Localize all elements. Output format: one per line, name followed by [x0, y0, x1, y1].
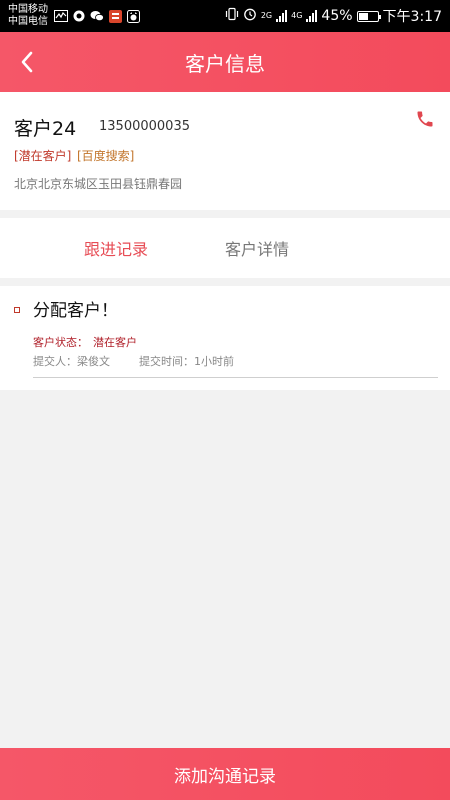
record-status-value: 潜在客户	[93, 336, 137, 349]
vibrate-icon	[225, 7, 239, 25]
customer-name: 客户24	[14, 118, 77, 140]
timeline-dot-icon	[14, 307, 20, 313]
app-icon	[72, 9, 86, 23]
call-button[interactable]	[412, 106, 438, 132]
follow-up-list: 分配客户！ 客户状态： 潜在客户 提交人：梁俊文 提交时间：1小时前	[0, 286, 450, 390]
status-tag: [潜在客户]	[14, 149, 72, 163]
status-right: 2G 4G 45% 下午3:17	[225, 6, 442, 26]
back-button[interactable]	[12, 46, 42, 78]
customer-card: 客户24 13500000035 [潜在客户] [百度搜索] 北京北京东城区玉田…	[0, 92, 450, 210]
add-communication-record-button[interactable]: 添加沟通记录	[0, 748, 450, 800]
tab-bar: 跟进记录 客户详情	[0, 218, 450, 278]
tab-customer-details[interactable]: 客户详情	[225, 218, 289, 278]
carrier-1: 中国移动	[8, 4, 48, 15]
carrier-2: 中国电信	[8, 16, 48, 27]
record-submitter: 提交人：梁俊文	[33, 355, 110, 368]
battery-icon	[356, 10, 381, 22]
chevron-left-icon	[21, 51, 33, 73]
customer-address: 北京北京东城区玉田县钰鼎春园	[14, 177, 183, 191]
network-type-2: 4G	[291, 11, 303, 20]
customer-phone: 13500000035	[99, 119, 190, 134]
signal-icon-1	[276, 10, 288, 22]
record-title: 分配客户！	[33, 301, 118, 321]
network-type-1: 2G	[260, 11, 273, 20]
app-header: 客户信息	[0, 32, 450, 92]
notification-icons	[54, 9, 140, 23]
cat-app-icon	[126, 9, 140, 23]
record-time: 提交时间：1小时前	[139, 355, 234, 368]
battery-percent: 45%	[321, 8, 353, 24]
signal-icon-2	[306, 10, 318, 22]
status-bar: 中国移动 中国电信 2G 4G 45% 下午3:17	[0, 0, 450, 32]
tab-follow-up-records[interactable]: 跟进记录	[84, 218, 148, 278]
page-title: 客户信息	[185, 51, 265, 76]
phone-icon	[417, 111, 433, 127]
record-divider	[33, 377, 438, 378]
carrier-names: 中国移动 中国电信	[8, 4, 48, 28]
wechat-icon	[90, 9, 104, 23]
news-app-icon	[108, 9, 122, 23]
source-tag: [百度搜索]	[77, 149, 135, 163]
activity-icon	[54, 9, 68, 23]
record-status-label: 客户状态：	[33, 336, 88, 349]
alarm-icon	[243, 7, 257, 25]
clock: 下午3:17	[382, 9, 442, 25]
